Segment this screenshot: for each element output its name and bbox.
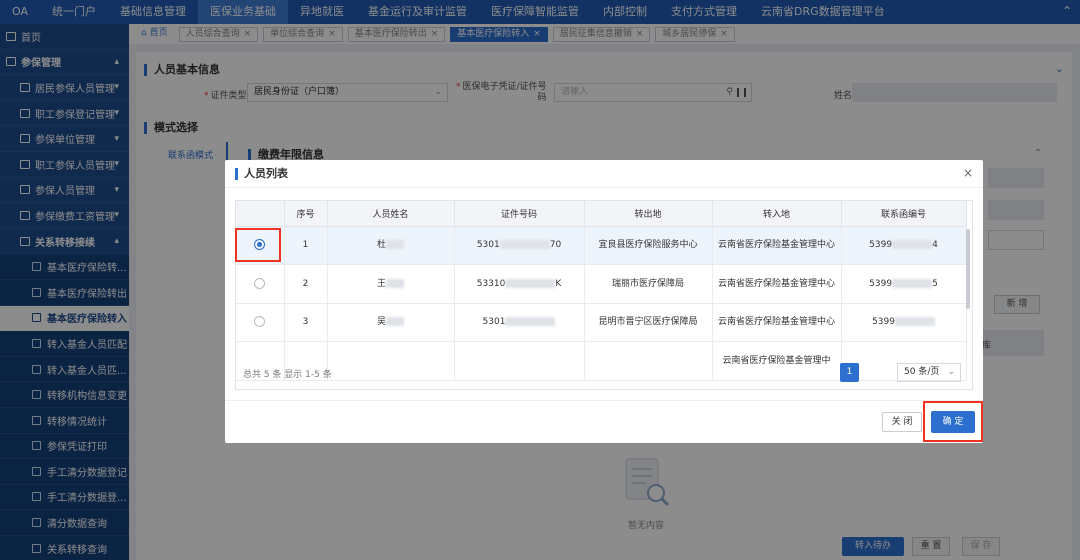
column-header-2: 人员姓名: [327, 201, 455, 227]
id-number-suffix: 70: [549, 240, 562, 251]
column-header-4: 转出地: [584, 201, 713, 227]
row-name: 王: [327, 264, 455, 304]
row-name: 吴: [327, 303, 455, 342]
modal-title: 人员列表: [235, 168, 288, 180]
redacted-block: [386, 278, 404, 288]
id-number-prefix: 5301: [482, 317, 506, 328]
close-icon[interactable]: ×: [963, 166, 973, 180]
table-row[interactable]: 2 王 53310 K 瑞丽市医疗保障局 云南省医疗保险基金管理中心 5399 5: [236, 264, 967, 304]
redacted-block: [892, 278, 933, 288]
row-cell: [584, 341, 713, 381]
column-header-1: 序号: [284, 201, 328, 227]
person-name: 王: [376, 278, 386, 289]
row-id-number: 5301: [454, 303, 585, 342]
highlight-selected-radio: [235, 228, 281, 262]
row-letter-code: 5399 5: [841, 264, 967, 304]
letter-code-suffix: 5: [932, 278, 938, 289]
redacted-block: [505, 317, 556, 327]
person-list-modal: 人员列表 × 序号 人员姓名 证件号码 转出地 转入地 联系函编号 1 杜 5301 70 宜良县…: [225, 160, 983, 443]
row-name: 杜: [327, 226, 455, 265]
redacted-block: [386, 317, 404, 327]
row-to: 云南省医疗保险基金管理中心: [712, 303, 842, 342]
row-cell: [454, 341, 585, 381]
modal-header-divider: [225, 187, 983, 188]
letter-code-suffix: 4: [932, 240, 938, 251]
page-size-value: 50 条/页: [904, 367, 940, 377]
radio-button[interactable]: [254, 277, 266, 289]
row-from: 瑞丽市医疗保障局: [584, 264, 713, 304]
column-header-5: 转入地: [712, 201, 842, 227]
pagination-page-button[interactable]: 1: [840, 363, 859, 382]
table-row[interactable]: 3 吴 5301 昆明市晋宁区医疗保障局 云南省医疗保险基金管理中心 5399: [236, 303, 967, 342]
letter-code-prefix: 5399: [869, 278, 893, 289]
row-index: 2: [284, 264, 328, 304]
redacted-block: [505, 278, 556, 288]
letter-code-prefix: 5399: [872, 317, 895, 328]
redacted-block: [894, 317, 935, 327]
id-number-prefix: 53310: [476, 278, 506, 289]
row-to: 云南省医疗保险基金管理中心: [712, 226, 842, 265]
modal-footer-divider: [225, 400, 983, 401]
modal-close-button[interactable]: 关 闭: [882, 412, 922, 432]
row-index: 1: [284, 226, 328, 265]
table-scrollbar[interactable]: [966, 229, 970, 309]
row-from: 宜良县医疗保险服务中心: [584, 226, 713, 265]
person-name: 吴: [376, 317, 386, 328]
pagination-total: 总共 5 条 显示 1-5 条: [243, 370, 332, 380]
row-id-number: 53310 K: [454, 264, 585, 304]
row-id-number: 5301 70: [454, 226, 585, 265]
row-index: 3: [284, 303, 328, 342]
row-to: 云南省医疗保险基金管理中: [712, 341, 842, 381]
letter-code-prefix: 5399: [869, 240, 893, 251]
table-header-row: 序号 人员姓名 证件号码 转出地 转入地 联系函编号: [236, 201, 967, 227]
redacted-block: [499, 240, 550, 250]
column-header-3: 证件号码: [454, 201, 585, 227]
highlight-confirm-button: [923, 401, 983, 442]
id-number-suffix: K: [555, 278, 562, 289]
row-to: 云南省医疗保险基金管理中心: [712, 264, 842, 304]
page-size-select[interactable]: 50 条/页 ⌄: [897, 363, 961, 382]
row-radio-cell[interactable]: [236, 303, 285, 342]
radio-button[interactable]: [254, 316, 266, 328]
table-row[interactable]: 1 杜 5301 70 宜良县医疗保险服务中心 云南省医疗保险基金管理中心 5399 4: [236, 226, 967, 265]
row-letter-code: 5399 4: [841, 226, 967, 265]
row-from: 昆明市晋宁区医疗保障局: [584, 303, 713, 342]
row-letter-code: 5399: [841, 303, 967, 342]
redacted-block: [386, 240, 404, 250]
row-radio-cell[interactable]: [236, 264, 285, 304]
person-name: 杜: [376, 240, 386, 251]
column-header-6: 联系函编号: [841, 201, 967, 227]
row-cell: [327, 341, 455, 381]
id-number-prefix: 5301: [476, 240, 500, 251]
column-header-0: [236, 201, 285, 227]
redacted-block: [892, 240, 933, 250]
chevron-down-icon: ⌄: [947, 367, 955, 377]
person-table: 序号 人员姓名 证件号码 转出地 转入地 联系函编号 1 杜 5301 70 宜良县医疗保险服务中…: [235, 200, 973, 390]
